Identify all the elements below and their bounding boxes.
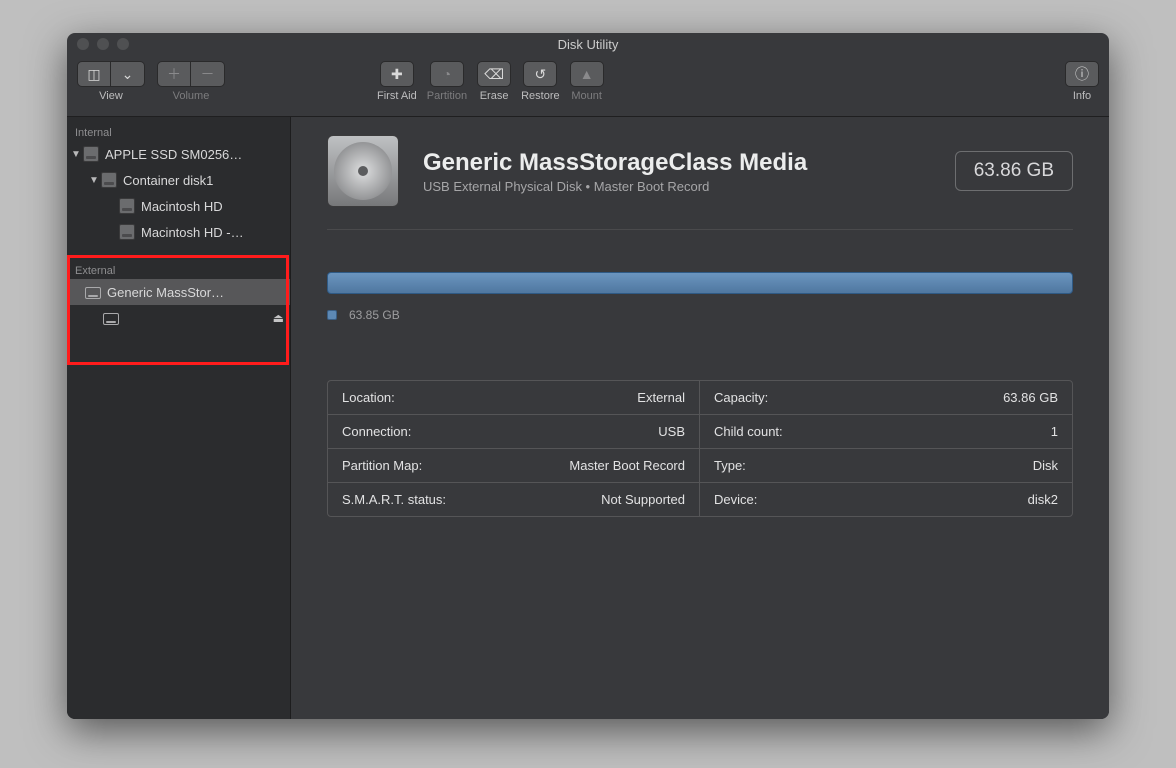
info-label: Info <box>1073 90 1091 102</box>
disclosure-triangle-icon[interactable]: ▼ <box>89 175 99 186</box>
legend-size: 63.85 GB <box>349 308 400 322</box>
container-icon <box>101 172 117 188</box>
titlebar: Disk Utility <box>67 33 1109 55</box>
sidebar-vol-macintosh-hd-data[interactable]: Macintosh HD -… <box>67 219 290 245</box>
detail-pane: Generic MassStorageClass Media USB Exter… <box>291 117 1109 719</box>
info-table: Location:External Connection:USB Partiti… <box>327 380 1073 517</box>
pie-icon: ◔ <box>443 67 451 81</box>
sidebar-item-label: Generic MassStor… <box>107 285 224 300</box>
first-aid-button[interactable]: ✚ <box>380 61 414 87</box>
info-row: Child count:1 <box>700 414 1072 448</box>
partition-label: Partition <box>427 90 467 102</box>
mount-button[interactable]: ▲ <box>570 61 604 87</box>
mount-label: Mount <box>571 90 602 102</box>
info-row: Partition Map:Master Boot Record <box>328 448 699 482</box>
usage-bar <box>327 272 1073 294</box>
external-volume-icon <box>103 313 119 325</box>
restore-button[interactable]: ↺ <box>523 61 557 87</box>
info-row: S.M.A.R.T. status:Not Supported <box>328 482 699 516</box>
sidebar-item-label: APPLE SSD SM0256… <box>105 147 242 162</box>
partition-button[interactable]: ◔ <box>430 61 464 87</box>
first-aid-label: First Aid <box>377 90 417 102</box>
info-col-right: Capacity:63.86 GB Child count:1 Type:Dis… <box>700 381 1072 516</box>
zoom-window-button[interactable] <box>117 38 129 50</box>
detail-header: Generic MassStorageClass Media USB Exter… <box>327 135 1073 207</box>
toolbar-volume-group: ＋ － Volume <box>157 61 225 102</box>
minimize-window-button[interactable] <box>97 38 109 50</box>
sidebar-container-disk1[interactable]: ▼ Container disk1 <box>67 167 290 193</box>
stethoscope-icon: ✚ <box>391 67 403 81</box>
sidebar-item-label: Container disk1 <box>123 173 213 188</box>
info-col-left: Location:External Connection:USB Partiti… <box>328 381 700 516</box>
usage-legend: 63.85 GB <box>327 308 1073 322</box>
sidebar-header-internal: Internal <box>67 121 290 141</box>
sidebar: Internal ▼ APPLE SSD SM0256… ▼ Container… <box>67 117 291 719</box>
chevron-down-icon: ⌄ <box>122 67 134 81</box>
disk-utility-window: Disk Utility ◫ ⌄ View ＋ － Volume ✚ First… <box>67 33 1109 719</box>
info-icon: ⓘ <box>1075 67 1089 81</box>
restore-icon: ↺ <box>534 67 546 81</box>
mount-icon: ▲ <box>580 67 594 81</box>
close-window-button[interactable] <box>77 38 89 50</box>
disclosure-triangle-icon[interactable]: ▼ <box>71 149 81 160</box>
erase-label: Erase <box>480 90 509 102</box>
eject-icon[interactable]: ⏏ <box>273 311 284 325</box>
minus-icon: － <box>201 67 215 81</box>
toolbar-info-group: ⓘ Info <box>1065 61 1099 102</box>
internal-disk-icon <box>83 146 99 162</box>
restore-label: Restore <box>521 90 560 102</box>
sidebar-disk-internal[interactable]: ▼ APPLE SSD SM0256… <box>67 141 290 167</box>
volume-icon <box>119 224 135 240</box>
sidebar-icon: ◫ <box>87 67 100 81</box>
toolbar-volume-label: Volume <box>173 90 210 102</box>
info-row: Capacity:63.86 GB <box>700 381 1072 414</box>
sidebar-item-label: Macintosh HD <box>141 199 223 214</box>
erase-icon: ⌫ <box>484 67 504 81</box>
info-row: Connection:USB <box>328 414 699 448</box>
sidebar-disk-external[interactable]: Generic MassStor… <box>67 279 290 305</box>
toolbar-view-group: ◫ ⌄ View <box>77 61 145 102</box>
legend-swatch <box>327 310 337 320</box>
info-row: Location:External <box>328 381 699 414</box>
view-menu-button[interactable]: ⌄ <box>111 61 145 87</box>
window-controls <box>77 38 129 50</box>
info-row: Device:disk2 <box>700 482 1072 516</box>
detail-title: Generic MassStorageClass Media <box>423 149 931 177</box>
divider <box>327 229 1073 230</box>
external-disk-icon <box>85 287 101 299</box>
toolbar: ◫ ⌄ View ＋ － Volume ✚ First Aid ◔ Partit… <box>67 55 1109 117</box>
toolbar-view-label: View <box>99 90 123 102</box>
toolbar-center: ✚ First Aid ◔ Partition ⌫ Erase ↺ Restor… <box>377 61 604 102</box>
info-button[interactable]: ⓘ <box>1065 61 1099 87</box>
sidebar-vol-external[interactable]: ⏏ <box>67 305 290 331</box>
sidebar-vol-macintosh-hd[interactable]: Macintosh HD <box>67 193 290 219</box>
sidebar-header-external: External <box>67 259 290 279</box>
disk-hero-icon <box>327 135 399 207</box>
volume-icon <box>119 198 135 214</box>
info-row: Type:Disk <box>700 448 1072 482</box>
sidebar-item-label: Macintosh HD -… <box>141 225 244 240</box>
detail-subtitle: USB External Physical Disk • Master Boot… <box>423 179 931 194</box>
remove-volume-button[interactable]: － <box>191 61 225 87</box>
capacity-pill: 63.86 GB <box>955 151 1073 191</box>
plus-icon: ＋ <box>167 67 181 81</box>
erase-button[interactable]: ⌫ <box>477 61 511 87</box>
window-title: Disk Utility <box>67 37 1109 52</box>
add-volume-button[interactable]: ＋ <box>157 61 191 87</box>
sidebar-toggle-button[interactable]: ◫ <box>77 61 111 87</box>
